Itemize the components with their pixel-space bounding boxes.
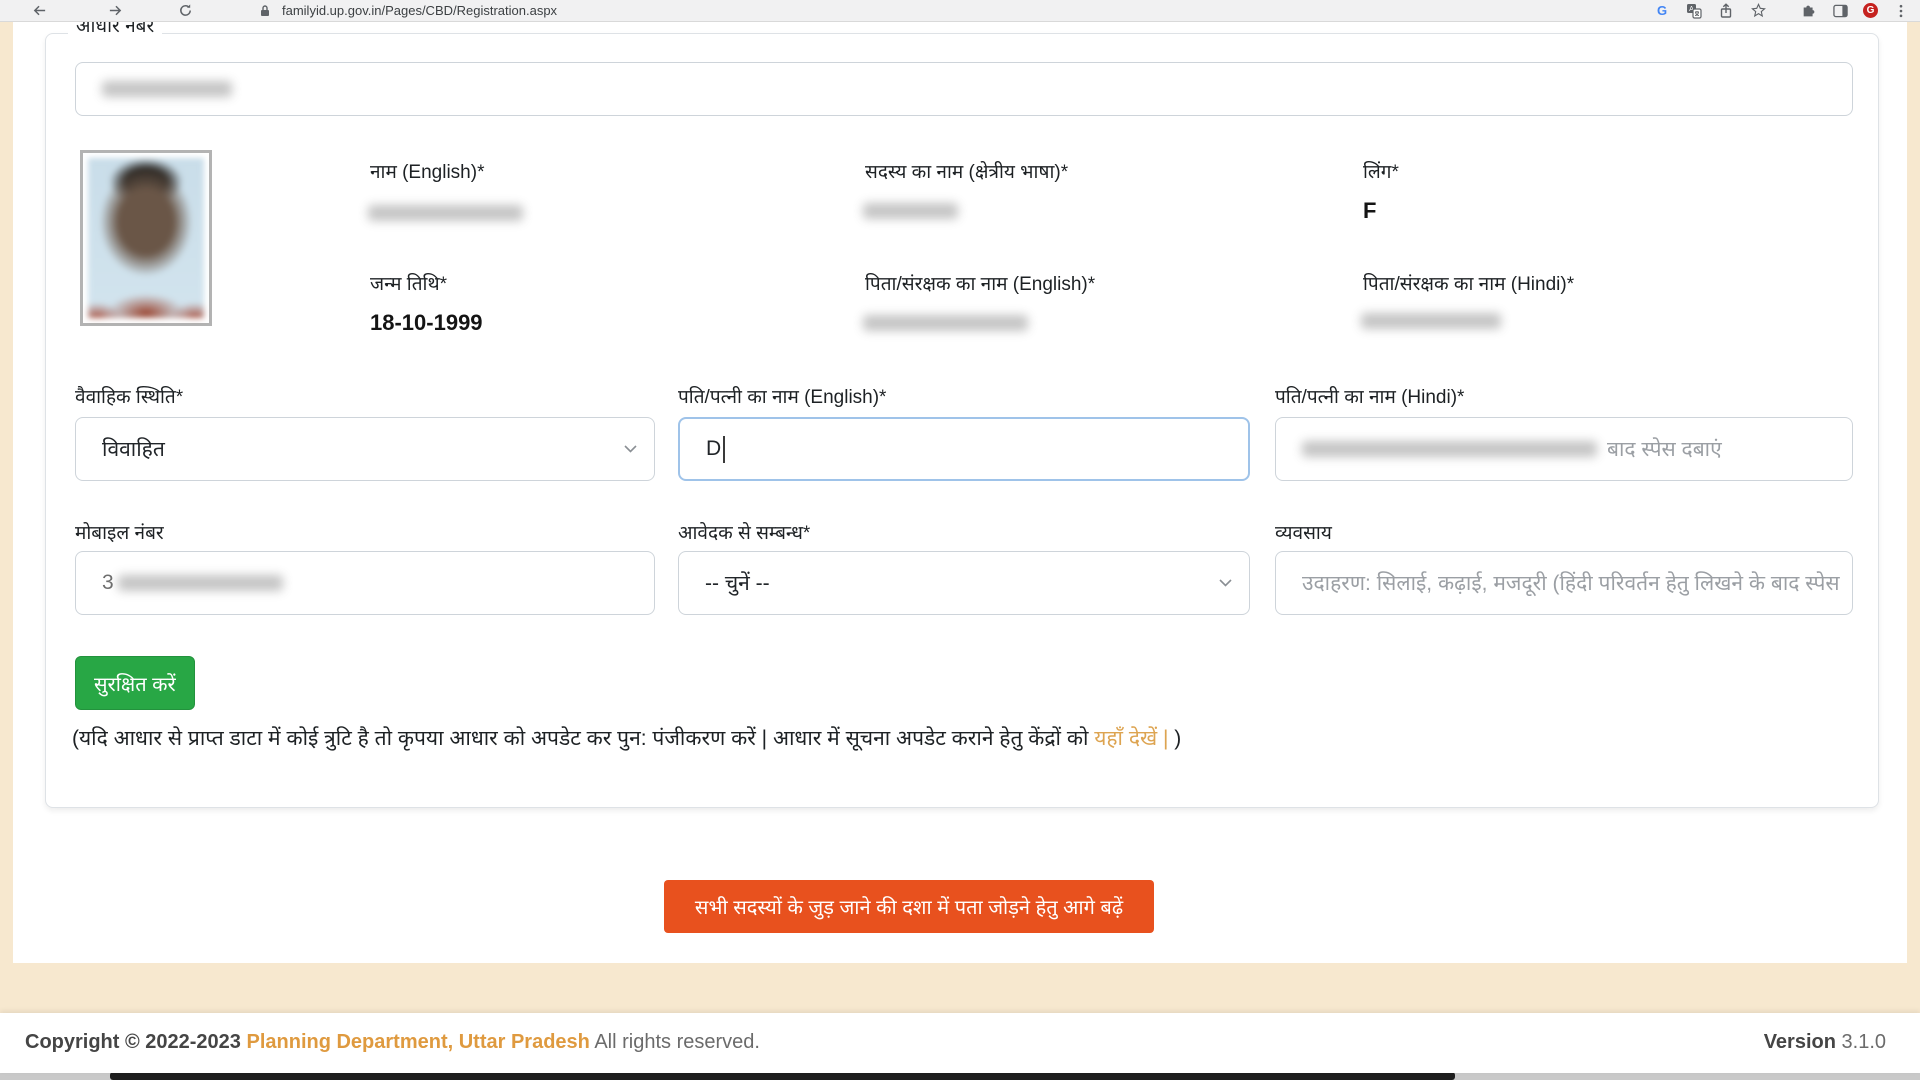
forward-icon[interactable] — [106, 2, 124, 20]
aadhaar-update-note: (यदि आधार से प्राप्त डाटा में कोई त्रुटि… — [72, 724, 1181, 752]
spouse-name-english-value: D — [706, 437, 721, 461]
footer: Copyright © 2022-2023 Planning Departmen… — [0, 1013, 1920, 1073]
father-name-hindi-label: पिता/संरक्षक का नाम (Hindi)* — [1363, 270, 1574, 296]
occupation-input[interactable]: उदाहरण: सिलाई, कढ़ाई, मजदूरी (हिंदी परिव… — [1275, 551, 1853, 615]
reload-icon[interactable] — [176, 2, 194, 20]
marital-status-value: विवाहित — [102, 435, 165, 463]
member-name-regional-label: सदस्य का नाम (क्षेत्रीय भाषा)* — [865, 158, 1068, 184]
dob-value: 18-10-1999 — [370, 310, 483, 336]
gender-value: F — [1363, 198, 1376, 224]
spouse-name-hindi-placeholder: बाद स्पेस दबाएं — [1607, 435, 1722, 463]
spouse-name-hindi-label: पति/पत्नी का नाम (Hindi)* — [1275, 383, 1464, 409]
translate-icon[interactable]: A — [1685, 2, 1703, 20]
back-icon[interactable] — [30, 2, 48, 20]
dob-label: जन्म तिथि* — [370, 270, 447, 296]
chevron-down-icon — [623, 444, 638, 455]
note-close-paren: ) — [1174, 727, 1181, 750]
blurred-name-english-value — [368, 205, 523, 221]
version-label: Version — [1764, 1031, 1836, 1053]
father-name-english-label: पिता/संरक्षक का नाम (English)* — [865, 270, 1095, 296]
address-bar[interactable]: familyid.up.gov.in/Pages/CBD/Registratio… — [282, 3, 557, 18]
bottom-dark-bar — [110, 1072, 1455, 1080]
blurred-photo-image — [88, 158, 204, 318]
share-icon[interactable] — [1717, 2, 1735, 20]
save-button[interactable]: सुरक्षित करें — [75, 656, 195, 710]
member-photo — [80, 150, 212, 326]
spouse-name-english-label: पति/पत्नी का नाम (English)* — [678, 383, 886, 409]
google-icon[interactable]: G — [1653, 2, 1671, 20]
spouse-name-english-input[interactable]: D — [678, 417, 1250, 481]
note-pipe: | — [1157, 727, 1174, 750]
marital-status-label: वैवाहिक स्थिति* — [75, 383, 183, 409]
marital-status-select[interactable]: विवाहित — [75, 417, 655, 481]
spouse-name-hindi-input[interactable]: बाद स्पेस दबाएं — [1275, 417, 1853, 481]
blurred-mobile-value — [118, 575, 283, 591]
mobile-number-label: मोबाइल नंबर — [75, 519, 164, 545]
menu-dots-icon[interactable] — [1892, 2, 1910, 20]
browser-toolbar: familyid.up.gov.in/Pages/CBD/Registratio… — [0, 0, 1920, 22]
browser-window: familyid.up.gov.in/Pages/CBD/Registratio… — [0, 0, 1920, 1080]
name-english-label: नाम (English)* — [370, 158, 484, 184]
bottom-edge-strip — [0, 1072, 1920, 1080]
blurred-father-name-english-value — [863, 315, 1028, 331]
blurred-member-name-regional-value — [863, 203, 958, 219]
blurred-placeholder-prefix — [1302, 441, 1597, 457]
occupation-label: व्यवसाय — [1275, 519, 1332, 545]
bookmark-star-icon[interactable] — [1749, 2, 1767, 20]
relation-to-applicant-value: -- चुनें -- — [705, 569, 770, 597]
occupation-placeholder: उदाहरण: सिलाई, कढ़ाई, मजदूरी (हिंदी परिव… — [1302, 569, 1840, 597]
note-text: (यदि आधार से प्राप्त डाटा में कोई त्रुटि… — [72, 727, 1094, 750]
blurred-father-name-hindi-value — [1361, 313, 1501, 329]
version-value: 3.1.0 — [1836, 1031, 1886, 1053]
aadhaar-number-input[interactable] — [75, 62, 1853, 116]
version-text: Version 3.1.0 — [1764, 1031, 1886, 1054]
copyright-years: Copyright © 2022-2023 — [25, 1031, 246, 1053]
department-name: Planning Department, Uttar Pradesh — [246, 1031, 589, 1053]
extensions-icon[interactable] — [1799, 2, 1817, 20]
rights-reserved: All rights reserved. — [590, 1031, 760, 1053]
see-here-link[interactable]: यहाँ देखें — [1094, 727, 1157, 750]
sidebar-icon[interactable] — [1831, 2, 1849, 20]
lock-icon[interactable] — [256, 2, 274, 20]
mobile-number-visible-digit: 3 — [102, 571, 114, 595]
gender-label: लिंग* — [1363, 158, 1399, 184]
profile-avatar[interactable]: G — [1863, 3, 1878, 18]
text-cursor — [723, 436, 725, 463]
chevron-down-icon — [1218, 578, 1233, 589]
relation-to-applicant-select[interactable]: -- चुनें -- — [678, 551, 1250, 615]
relation-to-applicant-label: आवेदक से सम्बन्ध* — [678, 519, 810, 545]
page-background-gap — [0, 963, 1920, 1013]
proceed-add-address-button[interactable]: सभी सदस्यों के जुड़ जाने की दशा में पता … — [664, 880, 1154, 933]
copyright-text: Copyright © 2022-2023 Planning Departmen… — [25, 1031, 760, 1054]
mobile-number-input[interactable]: 3 — [75, 551, 655, 615]
blurred-aadhaar-value — [102, 81, 232, 97]
